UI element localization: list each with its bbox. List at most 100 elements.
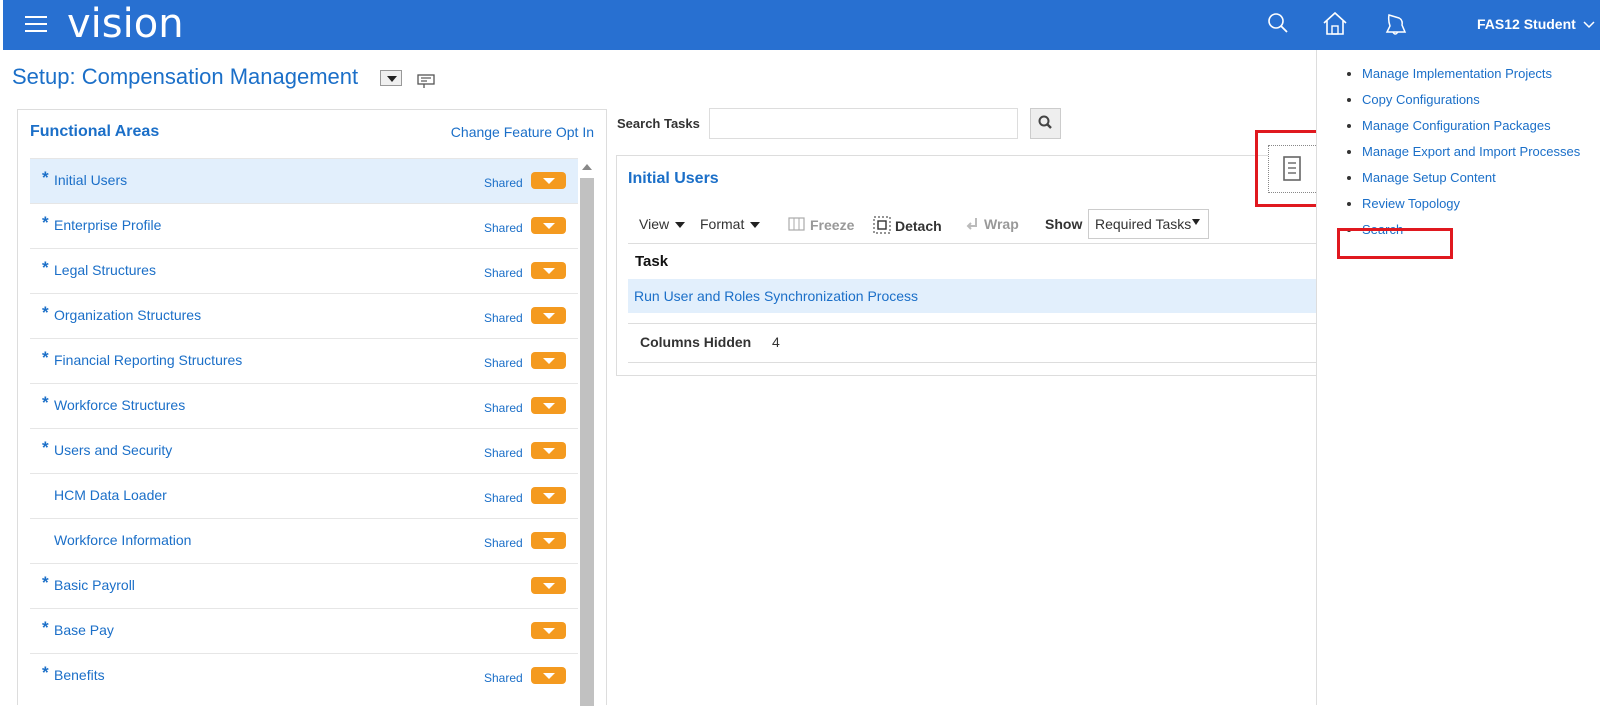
top-navigation-bar: vision FAS12 Student (3, 0, 1600, 50)
functional-area-row[interactable]: * Initial Users Shared (30, 158, 578, 203)
view-menu[interactable]: View (639, 216, 686, 232)
required-marker: * (42, 168, 49, 187)
functional-area-row[interactable]: * Benefits Shared (30, 653, 578, 698)
menu-icon[interactable] (25, 16, 47, 34)
functional-area-label[interactable]: Base Pay (54, 622, 114, 638)
task-column-header[interactable]: Task (635, 253, 668, 270)
search-tasks-label: Search Tasks (617, 116, 700, 131)
required-marker: * (42, 393, 49, 412)
functional-area-label[interactable]: Basic Payroll (54, 577, 135, 593)
manage-configuration-packages-link[interactable]: Manage Configuration Packages (1347, 118, 1597, 134)
row-actions-dropdown[interactable] (531, 667, 566, 684)
row-actions-dropdown[interactable] (531, 577, 566, 594)
row-actions-dropdown[interactable] (531, 532, 566, 549)
page-title: Setup: Compensation Management (12, 64, 359, 89)
functional-area-row[interactable]: * Base Pay (30, 608, 578, 653)
required-marker: * (42, 348, 49, 367)
functional-area-label[interactable]: HCM Data Loader (54, 487, 167, 503)
functional-areas-scrollbar[interactable] (578, 158, 596, 706)
table-row[interactable]: Run User and Roles Synchronization Proce… (628, 279, 1317, 313)
scrollbar-thumb[interactable] (580, 178, 594, 706)
functional-area-label[interactable]: Legal Structures (54, 262, 156, 278)
chevron-down-icon (1583, 21, 1595, 29)
shared-label: Shared (484, 401, 523, 415)
row-actions-dropdown[interactable] (531, 172, 566, 189)
format-menu-label: Format (700, 216, 745, 232)
functional-area-label[interactable]: Workforce Information (54, 532, 191, 548)
functional-area-row[interactable]: * Users and Security Shared (30, 428, 578, 473)
show-tasks-select[interactable]: Required Tasks (1088, 209, 1209, 239)
row-actions-dropdown[interactable] (531, 262, 566, 279)
required-marker: * (42, 618, 49, 637)
required-marker: * (42, 213, 49, 232)
user-menu[interactable]: FAS12 Student (1477, 16, 1595, 32)
row-actions-dropdown[interactable] (531, 487, 566, 504)
initial-users-title: Initial Users (628, 170, 719, 187)
manage-implementation-projects-link[interactable]: Manage Implementation Projects (1347, 66, 1597, 82)
freeze-label: Freeze (810, 217, 855, 233)
functional-areas-heading: Functional Areas (30, 123, 160, 140)
functional-area-label[interactable]: Benefits (54, 667, 105, 683)
task-list-icon[interactable] (417, 73, 435, 89)
search-icon[interactable] (1264, 10, 1292, 38)
row-actions-dropdown[interactable] (531, 622, 566, 639)
search-tasks-input[interactable] (709, 108, 1018, 139)
required-marker: * (42, 663, 49, 682)
change-feature-opt-in-link[interactable]: Change Feature Opt In (451, 124, 594, 140)
notifications-icon[interactable] (1381, 10, 1409, 38)
search-tasks-button[interactable] (1030, 108, 1061, 139)
required-marker: * (42, 438, 49, 457)
wrap-icon (966, 218, 977, 230)
detach-icon (873, 216, 891, 234)
row-actions-dropdown[interactable] (531, 352, 566, 369)
functional-area-label[interactable]: Financial Reporting Structures (54, 352, 242, 368)
detach-button[interactable]: Detach (873, 216, 942, 234)
functional-area-label[interactable]: Organization Structures (54, 307, 201, 323)
functional-area-row[interactable]: * Organization Structures Shared (30, 293, 578, 338)
view-menu-label: View (639, 216, 670, 232)
home-icon[interactable] (1321, 10, 1349, 38)
shared-label: Shared (484, 491, 523, 505)
format-menu[interactable]: Format (700, 216, 761, 232)
task-table-header: Task (628, 243, 1317, 279)
functional-area-row[interactable]: * Enterprise Profile Shared (30, 203, 578, 248)
functional-area-row[interactable]: * Workforce Structures Shared (30, 383, 578, 428)
title-dropdown-button[interactable] (380, 70, 402, 86)
columns-hidden-label: Columns Hidden (640, 334, 752, 350)
functional-area-row[interactable]: * Financial Reporting Structures Shared (30, 338, 578, 383)
functional-area-row[interactable]: Workforce Information Shared (30, 518, 578, 563)
shared-label: Shared (484, 311, 523, 325)
row-actions-dropdown[interactable] (531, 217, 566, 234)
functional-area-label[interactable]: Initial Users (54, 172, 127, 188)
required-marker: * (42, 573, 49, 592)
functional-area-label[interactable]: Enterprise Profile (54, 217, 161, 233)
shared-label: Shared (484, 266, 523, 280)
functional-area-row[interactable]: * Legal Structures Shared (30, 248, 578, 293)
manage-export-import-processes-link[interactable]: Manage Export and Import Processes (1347, 144, 1597, 160)
caret-down-icon (675, 222, 686, 229)
freeze-button[interactable]: Freeze (788, 216, 854, 233)
wrap-button[interactable]: Wrap (964, 216, 1019, 232)
caret-down-icon (750, 222, 761, 229)
review-topology-link[interactable]: Review Topology (1347, 196, 1597, 212)
shared-label: Shared (484, 221, 523, 235)
brand-logo[interactable]: vision (67, 0, 184, 48)
shared-label: Shared (484, 671, 523, 685)
copy-configurations-link[interactable]: Copy Configurations (1347, 92, 1597, 108)
magnifier-icon (1038, 115, 1052, 129)
shared-label: Shared (484, 356, 523, 370)
columns-hidden-row: Columns Hidden 4 (628, 323, 1317, 363)
functional-area-row[interactable]: HCM Data Loader Shared (30, 473, 578, 518)
functional-area-label[interactable]: Users and Security (54, 442, 172, 458)
task-link[interactable]: Run User and Roles Synchronization Proce… (634, 288, 918, 304)
row-actions-dropdown[interactable] (531, 442, 566, 459)
required-marker: * (42, 258, 49, 277)
caret-down-icon (1192, 219, 1200, 225)
manage-setup-content-link[interactable]: Manage Setup Content (1347, 170, 1597, 186)
columns-hidden-count: 4 (772, 334, 780, 350)
functional-area-label[interactable]: Workforce Structures (54, 397, 185, 413)
row-actions-dropdown[interactable] (531, 397, 566, 414)
functional-area-row[interactable]: * Basic Payroll (30, 563, 578, 608)
row-actions-dropdown[interactable] (531, 307, 566, 324)
scroll-up-arrow-icon[interactable] (582, 164, 592, 170)
